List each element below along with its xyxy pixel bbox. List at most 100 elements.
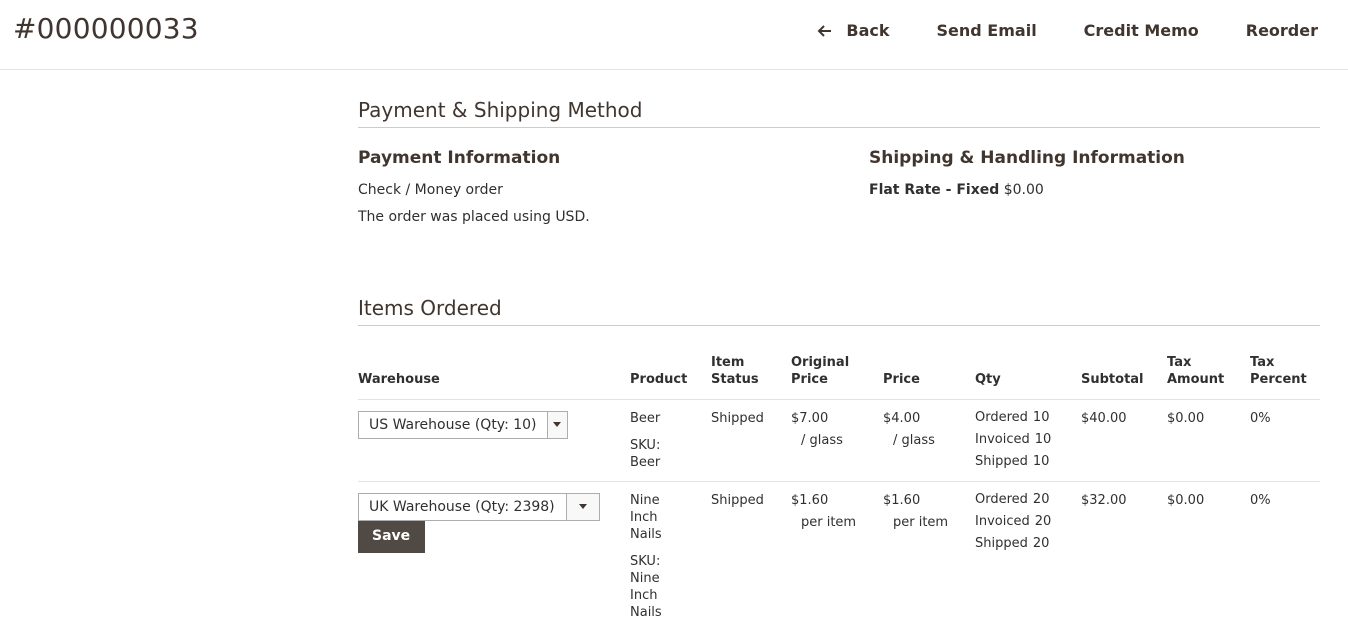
payment-shipping-section: Payment & Shipping Method	[358, 98, 1320, 128]
col-warehouse: Warehouse	[358, 354, 630, 400]
col-original-price-line1: Original	[791, 355, 850, 370]
price-cell: $1.60 per item	[883, 482, 975, 630]
back-button-label: Back	[846, 21, 890, 40]
payment-shipping-title: Payment & Shipping Method	[358, 98, 1320, 128]
subtotal-cell: $32.00	[1081, 493, 1127, 508]
sku-value-line: Inch	[630, 588, 658, 603]
send-email-button[interactable]: Send Email	[937, 18, 1037, 44]
sku-label: SKU:	[630, 554, 661, 569]
back-button[interactable]: Back	[816, 18, 890, 44]
col-subtotal: Subtotal	[1081, 354, 1167, 400]
page-header: #000000033 Back Send Email Credit Memo R…	[0, 0, 1348, 70]
qty-invoiced-label: Invoiced	[975, 514, 1030, 529]
qty-shipped-value: 20	[1032, 536, 1050, 551]
table-row: US Warehouse (Qty: 10) Beer SKU: Beer Sh…	[358, 399, 1320, 482]
sku-value-line: Nails	[630, 605, 662, 620]
qty-shipped-label: Shipped	[975, 454, 1028, 469]
qty-invoiced: Invoiced 20	[975, 511, 1081, 533]
shipping-method-label: Flat Rate - Fixed	[869, 182, 1000, 198]
table-row: UK Warehouse (Qty: 2398) Save Nine Inch …	[358, 482, 1320, 630]
price-value: $4.00	[883, 411, 921, 426]
item-status-cell: Shipped	[711, 493, 764, 508]
warehouse-cell: US Warehouse (Qty: 10)	[358, 399, 630, 482]
product-name: Beer	[630, 411, 661, 426]
product-name-line: Nine	[630, 493, 660, 508]
payment-method: Check / Money order	[358, 182, 503, 198]
qty-ordered: Ordered 20	[975, 489, 1081, 511]
qty-invoiced-label: Invoiced	[975, 432, 1030, 447]
col-tax-amount: Tax Amount	[1167, 354, 1250, 400]
col-tax-percent-line2: Percent	[1250, 372, 1307, 387]
warehouse-select-value: UK Warehouse (Qty: 2398)	[369, 499, 555, 515]
payment-information-title: Payment Information	[358, 148, 561, 168]
product-cell: Nine Inch Nails SKU: Nine Inch Nails	[630, 482, 711, 630]
qty-shipped-value: 10	[1032, 454, 1050, 469]
product-name-line: Inch	[630, 510, 658, 525]
qty-shipped-label: Shipped	[975, 536, 1028, 551]
sku-value-line: Nine	[630, 571, 660, 586]
warehouse-select[interactable]: US Warehouse (Qty: 10)	[358, 411, 568, 439]
col-tax-amount-line1: Tax	[1167, 355, 1192, 370]
shipping-amount: $0.00	[1003, 182, 1044, 198]
qty-ordered-label: Ordered	[975, 410, 1028, 425]
tax-amount-cell: $0.00	[1167, 493, 1205, 508]
col-product: Product	[630, 354, 711, 400]
col-tax-percent-line1: Tax	[1250, 355, 1275, 370]
price-value: $1.60	[883, 493, 921, 508]
sku-value: Beer	[630, 455, 661, 470]
col-price: Price	[883, 354, 975, 400]
reorder-button[interactable]: Reorder	[1246, 18, 1318, 44]
warehouse-select-value: US Warehouse (Qty: 10)	[369, 417, 537, 433]
col-original-price-line2: Price	[791, 372, 828, 387]
credit-memo-button[interactable]: Credit Memo	[1084, 18, 1199, 44]
qty-ordered: Ordered 10	[975, 407, 1081, 429]
warehouse-select-toggle[interactable]	[546, 412, 567, 438]
warehouse-cell: UK Warehouse (Qty: 2398) Save	[358, 482, 630, 630]
col-qty: Qty	[975, 354, 1081, 400]
item-status-cell: Shipped	[711, 399, 791, 482]
price-cell: $4.00 / glass	[883, 399, 975, 482]
order-number-title: #000000033	[13, 12, 199, 45]
product-cell: Beer SKU: Beer	[630, 399, 711, 482]
qty-shipped: Shipped 20	[975, 533, 1081, 555]
qty-ordered-label: Ordered	[975, 492, 1028, 507]
qty-invoiced: Invoiced 10	[975, 429, 1081, 451]
col-original-price: Original Price	[791, 354, 883, 400]
qty-shipped: Shipped 10	[975, 451, 1081, 473]
price-unit: per item	[893, 515, 949, 530]
qty-invoiced-value: 10	[1034, 432, 1052, 447]
original-price-value: $1.60	[791, 493, 829, 508]
original-price-unit: per item	[801, 515, 857, 530]
original-price-cell: $1.60 per item	[791, 482, 883, 630]
page-actions: Back Send Email Credit Memo Reorder	[816, 18, 1318, 44]
tax-amount-cell: $0.00	[1167, 399, 1250, 482]
col-item-status: Item Status	[711, 354, 791, 400]
tax-percent-cell: 0%	[1250, 493, 1271, 508]
price-unit: / glass	[893, 433, 935, 448]
qty-invoiced-value: 20	[1034, 514, 1052, 529]
caret-down-icon	[553, 422, 562, 427]
items-ordered-table: Warehouse Product Item Status Original P…	[358, 354, 1320, 629]
tax-percent-cell: 0%	[1250, 399, 1320, 482]
arrow-left-icon	[817, 25, 832, 37]
qty-cell: Ordered 20 Invoiced 20 Shipped 20	[975, 482, 1081, 630]
items-ordered-title: Items Ordered	[358, 296, 1320, 326]
sku-label: SKU:	[630, 438, 661, 453]
col-item-status-line1: Item	[711, 355, 745, 370]
shipping-information: Shipping & Handling Information Flat Rat…	[869, 148, 1320, 209]
original-price-unit: / glass	[801, 433, 843, 448]
currency-note: The order was placed using USD.	[358, 209, 590, 225]
warehouse-select[interactable]: UK Warehouse (Qty: 2398)	[358, 493, 600, 521]
payment-information: Payment Information Check / Money order …	[358, 148, 838, 236]
shipping-information-title: Shipping & Handling Information	[869, 148, 1185, 168]
col-tax-percent: Tax Percent	[1250, 354, 1320, 400]
warehouse-select-toggle[interactable]	[566, 494, 599, 520]
table-header-row: Warehouse Product Item Status Original P…	[358, 354, 1320, 400]
shipping-method: Flat Rate - Fixed $0.00	[869, 182, 1320, 198]
save-warehouse-button[interactable]: Save	[358, 521, 426, 553]
col-tax-amount-line2: Amount	[1167, 372, 1225, 387]
qty-ordered-value: 20	[1032, 492, 1050, 507]
qty-ordered-value: 10	[1032, 410, 1050, 425]
items-ordered-section: Items Ordered	[358, 296, 1320, 326]
original-price-cell: $7.00 / glass	[791, 399, 883, 482]
